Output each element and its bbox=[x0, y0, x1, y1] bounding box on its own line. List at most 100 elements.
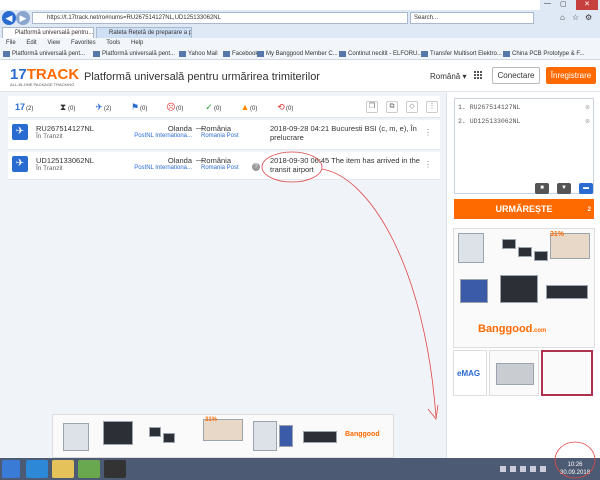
page-title: Platformă universală pentru urmărirea tr… bbox=[84, 71, 320, 83]
filter-undelivered[interactable]: ☹(0) bbox=[166, 101, 183, 113]
package-status: În Tranzit bbox=[36, 165, 63, 172]
windows-taskbar: 10:26 30.09.2018 bbox=[0, 458, 600, 480]
tracking-side-panel: 1. RU267514127NL ⊗ 2. UD125133062NL ⊗ ■ … bbox=[446, 92, 600, 458]
file-explorer-icon[interactable] bbox=[52, 460, 74, 478]
package-row[interactable]: ✈ RU267514127NL În Tranzit Olanda PostNL… bbox=[8, 120, 440, 150]
red-annotation bbox=[554, 441, 596, 479]
maximize-icon[interactable]: ▢ bbox=[560, 0, 567, 8]
discount-badge: 31% bbox=[205, 417, 218, 423]
favorite-link[interactable]: My Banggood Member C... bbox=[256, 48, 338, 59]
warning-icon: ▲ bbox=[240, 102, 250, 112]
minimize-icon[interactable]: — bbox=[544, 0, 551, 7]
tracking-number[interactable]: RU267514127NL bbox=[36, 124, 94, 133]
filter-icon[interactable]: ▼ bbox=[557, 183, 571, 194]
favorite-link[interactable]: Yahoo Mail bbox=[178, 48, 218, 59]
tracking-number[interactable]: UD125133062NL bbox=[36, 156, 94, 165]
row-menu-icon[interactable]: ⋮ bbox=[424, 128, 432, 137]
menu-edit[interactable]: Edit bbox=[26, 40, 36, 46]
destination-country: România bbox=[201, 156, 232, 165]
window-controls: — ▢ ✕ bbox=[540, 0, 600, 10]
start-button-icon[interactable] bbox=[2, 460, 20, 478]
tray-icon[interactable] bbox=[500, 466, 506, 472]
favorites-star-icon[interactable]: ☆ bbox=[572, 13, 579, 22]
filter-delivered[interactable]: ✓(0) bbox=[204, 101, 221, 113]
filter-all[interactable]: 17(2) bbox=[14, 101, 33, 113]
favorite-link[interactable]: Platformă universală pent... bbox=[2, 48, 85, 59]
emag-logo: eMAG bbox=[457, 369, 481, 378]
tracking-input-line: 2. UD125133062NL bbox=[458, 118, 521, 125]
favorite-link[interactable]: Platformă universală pent... bbox=[92, 48, 175, 59]
package-status: În Tranzit bbox=[36, 133, 63, 140]
ad-banner-side[interactable]: 31% Banggood.com bbox=[453, 228, 595, 348]
track-button[interactable]: URMĂREȘTE 2 bbox=[454, 199, 594, 219]
favorite-link[interactable]: Transfer Multisort Elektro... bbox=[420, 48, 502, 59]
url-input[interactable]: https://t.17track.net/ro#nums=RU26751412… bbox=[32, 12, 408, 24]
more-icon[interactable]: ⋮ bbox=[426, 101, 438, 113]
logo-tagline: ALL-IN-ONE PACKAGE TRACKING bbox=[10, 82, 75, 87]
emag-ad[interactable]: eMAG bbox=[453, 350, 487, 396]
browser-search-input[interactable]: Search... bbox=[410, 12, 534, 24]
tracking-input-line: 1. RU267514127NL bbox=[458, 104, 521, 111]
apps-grid-icon[interactable] bbox=[474, 71, 483, 80]
filter-not-found[interactable]: ⧗ (0) bbox=[58, 101, 76, 113]
status-filter-bar: 17(2) ⧗ (0) ✈(2) ⚑(0) ☹(0) ✓(0) ▲(0) ⟲(0)… bbox=[8, 96, 440, 118]
site-header: 17TRACK ALL-IN-ONE PACKAGE TRACKING Plat… bbox=[0, 60, 600, 92]
menu-file[interactable]: File bbox=[6, 40, 16, 46]
ad-product-tile-selected[interactable] bbox=[541, 350, 593, 396]
register-button[interactable]: Înregistrare bbox=[546, 67, 596, 84]
banggood-logo: Banggood.com bbox=[478, 323, 547, 335]
ad-product-tile[interactable] bbox=[489, 350, 539, 396]
destination-carrier-link[interactable]: Romania Post bbox=[201, 165, 239, 171]
17track-logo[interactable]: 17TRACK bbox=[10, 66, 79, 83]
menu-help[interactable]: Help bbox=[131, 40, 143, 46]
origin-country: Olanda bbox=[167, 124, 192, 133]
copy-alt-icon[interactable]: ⧉ bbox=[386, 101, 398, 113]
back-icon[interactable]: ◀ bbox=[2, 11, 16, 25]
tab-17track[interactable]: Platformă universală pentru... bbox=[2, 27, 94, 38]
favorite-link[interactable]: Continut necitit - ELFORU... bbox=[338, 48, 422, 59]
origin-carrier-link[interactable]: PostNL Internationa... bbox=[120, 133, 192, 139]
banggood-logo: Banggood bbox=[345, 431, 380, 438]
app-icon[interactable] bbox=[78, 460, 100, 478]
filter-expired[interactable]: ⟲(0) bbox=[276, 101, 293, 113]
delete-icon[interactable]: ■ bbox=[535, 183, 549, 194]
address-bar-row: ◀ ▶ https://t.17track.net/ro#nums=RU2675… bbox=[0, 10, 600, 26]
tray-icon[interactable] bbox=[520, 466, 526, 472]
login-button[interactable]: Conectare bbox=[492, 67, 540, 84]
info-icon[interactable]: ? bbox=[252, 163, 260, 171]
ad-banner-bottom[interactable]: 31% Banggood bbox=[52, 414, 394, 458]
app-icon[interactable] bbox=[104, 460, 126, 478]
internet-explorer-icon[interactable] bbox=[26, 460, 48, 478]
home-icon[interactable]: ⌂ bbox=[560, 13, 565, 22]
tray-icon[interactable] bbox=[540, 466, 546, 472]
refresh-icon[interactable]: ◇ bbox=[406, 101, 418, 113]
remove-line-icon[interactable]: ⊗ bbox=[585, 118, 590, 125]
filter-pickup[interactable]: ⚑(0) bbox=[130, 101, 147, 113]
favorite-link[interactable]: China PCB Prototype & F... bbox=[502, 48, 584, 59]
truck-icon[interactable]: ▬ bbox=[579, 183, 593, 194]
favorite-link[interactable]: Facebook bbox=[222, 48, 258, 59]
main-content: 17(2) ⧗ (0) ✈(2) ⚑(0) ☹(0) ✓(0) ▲(0) ⟲(0)… bbox=[0, 92, 446, 458]
favorites-bar: Platformă universală pent... Platformă u… bbox=[0, 48, 600, 60]
filter-in-transit[interactable]: ✈(2) bbox=[94, 101, 111, 113]
remove-line-icon[interactable]: ⊗ bbox=[585, 104, 590, 111]
copy-icon[interactable]: ❐ bbox=[366, 101, 378, 113]
tray-icon[interactable] bbox=[510, 466, 516, 472]
history-icon: ⟲ bbox=[277, 102, 285, 112]
browser-menu-bar: File Edit View Favorites Tools Help bbox=[0, 38, 600, 48]
filter-alert[interactable]: ▲(0) bbox=[240, 101, 258, 113]
browser-tab-strip: Platformă universală pentru... Rateta Re… bbox=[0, 26, 600, 38]
language-select[interactable]: Română ▾ bbox=[430, 72, 466, 81]
forward-icon[interactable]: ▶ bbox=[16, 11, 30, 25]
close-window-icon[interactable]: ✕ bbox=[576, 0, 598, 10]
destination-carrier-link[interactable]: Romania Post bbox=[201, 133, 239, 139]
tab-rateta[interactable]: Rateta Rețetă de preparare a pa... bbox=[96, 27, 192, 38]
settings-icon[interactable]: ⚙ bbox=[585, 13, 592, 22]
menu-favorites[interactable]: Favorites bbox=[71, 40, 96, 46]
tray-icon[interactable] bbox=[530, 466, 536, 472]
latest-event: 2018-09-28 04:21 Bucuresti BSI (c, m, e)… bbox=[270, 124, 417, 142]
tracking-number-input[interactable]: 1. RU267514127NL ⊗ 2. UD125133062NL ⊗ ■ … bbox=[454, 98, 594, 194]
origin-carrier-link[interactable]: PostNL Internationa... bbox=[120, 165, 192, 171]
menu-tools[interactable]: Tools bbox=[106, 40, 120, 46]
menu-view[interactable]: View bbox=[47, 40, 60, 46]
